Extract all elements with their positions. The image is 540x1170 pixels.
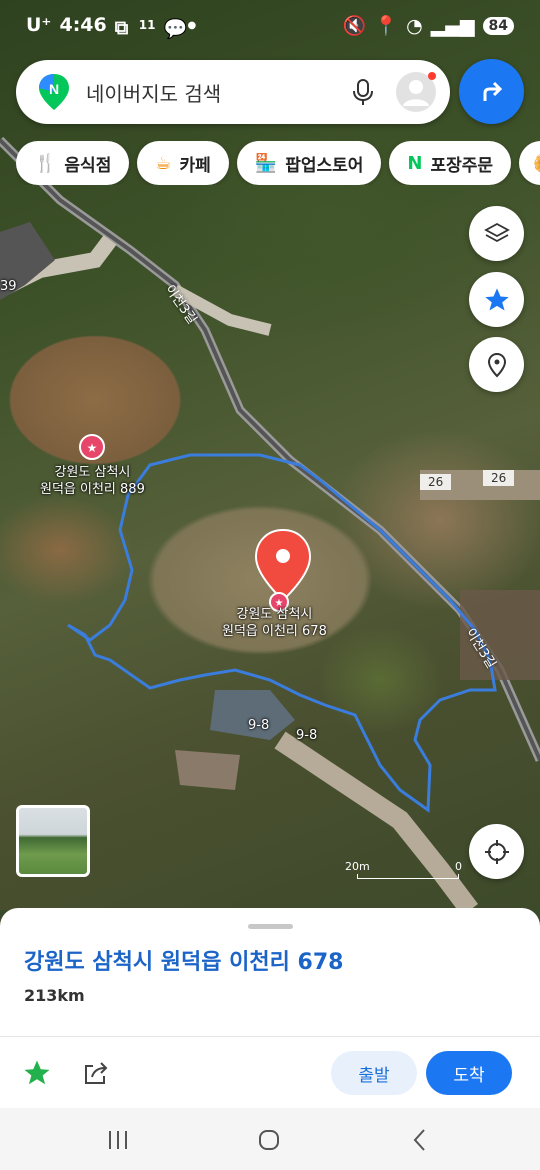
microphone-icon[interactable] xyxy=(348,77,378,107)
star-icon[interactable] xyxy=(22,1058,52,1088)
location-icon: 📍 xyxy=(374,15,399,37)
clock: 4:46 xyxy=(59,14,107,36)
back-button[interactable] xyxy=(406,1126,434,1154)
search-input[interactable]: 네이버지도 검색 xyxy=(86,78,348,107)
road-lower xyxy=(274,731,478,910)
avatar[interactable] xyxy=(396,72,436,112)
chip-restaurant[interactable]: 🍴 음식점 xyxy=(16,141,130,185)
mute-icon: 🔇 xyxy=(342,15,367,37)
map-view[interactable]: ★ ★ 이천3길 이천3길 강원도 삼척시 원덕읍 이천리 889 강원도 삼척… xyxy=(0,0,540,910)
poi-label-678[interactable]: 강원도 삼척시 원덕읍 이천리 678 xyxy=(222,606,327,640)
crosshair-icon xyxy=(484,839,509,864)
chip-more[interactable]: 🥐 xyxy=(519,141,540,185)
chip-label: 카페 xyxy=(179,155,211,176)
star-icon xyxy=(484,287,509,310)
map-scale: 20m 0 xyxy=(345,860,462,879)
directions-button[interactable] xyxy=(459,59,524,124)
naver-n-icon: N xyxy=(407,152,423,174)
address-number: 9-8 xyxy=(296,728,318,743)
bread-icon: 🥐 xyxy=(533,153,540,174)
chip-popup-store[interactable]: 🏪 팝업스토어 xyxy=(236,141,382,185)
drag-handle[interactable] xyxy=(248,924,293,929)
poi-label-889[interactable]: 강원도 삼척시 원덕읍 이천리 889 xyxy=(40,464,145,498)
place-button[interactable] xyxy=(469,337,524,392)
address-number: 9-8 xyxy=(248,718,270,733)
signal-icon: ▂▄▆ xyxy=(430,14,475,37)
recent-apps-button[interactable] xyxy=(104,1126,132,1154)
place-title[interactable]: 강원도 삼척시 원덕읍 이천리 678 xyxy=(24,944,343,976)
chip-takeout[interactable]: N 포장주문 xyxy=(389,141,512,185)
chip-cafe[interactable]: ☕ 카페 xyxy=(137,141,229,185)
chip-label: 포장주문 xyxy=(430,155,494,176)
map-pin-icon xyxy=(487,352,506,377)
favorites-button[interactable] xyxy=(469,272,524,327)
chat-icon: 💬 xyxy=(163,18,188,40)
poi-star-icon: ★ xyxy=(79,434,105,460)
address-number: 26 xyxy=(420,474,452,490)
current-location-button[interactable] xyxy=(469,824,524,879)
screenshot-icon: ⧉ xyxy=(114,17,129,39)
system-nav-bar xyxy=(0,1108,540,1170)
address-number: 39 xyxy=(0,279,17,294)
store-icon: 🏪 xyxy=(254,152,278,174)
scale-start-label: 20m xyxy=(345,860,370,873)
layers-button[interactable] xyxy=(469,206,524,261)
chip-label: 음식점 xyxy=(64,155,112,176)
scale-end-label: 0 xyxy=(455,860,462,873)
fork-knife-icon: 🍴 xyxy=(34,152,57,174)
dot-icon: ● xyxy=(187,19,197,31)
distance-label: 213km xyxy=(24,986,85,1005)
back-icon xyxy=(413,1129,425,1151)
chip-label: 팝업스토어 xyxy=(285,155,364,176)
share-icon[interactable] xyxy=(82,1060,110,1086)
naver-map-logo-icon: N xyxy=(39,74,69,110)
carrier-label: U⁺ xyxy=(26,14,52,36)
category-chips: 🍴 음식점 ☕ 카페 🏪 팝업스토어 N 포장주문 🥐 xyxy=(16,141,540,185)
home-button[interactable] xyxy=(255,1126,283,1154)
place-bottom-sheet[interactable]: 강원도 삼척시 원덕읍 이천리 678 213km 출발 도착 xyxy=(0,908,540,1108)
recent-apps-icon xyxy=(109,1131,127,1149)
home-icon xyxy=(259,1130,279,1150)
search-bar[interactable]: N 네이버지도 검색 xyxy=(16,60,450,124)
svg-text:N: N xyxy=(49,81,59,97)
directions-arrow-icon xyxy=(483,81,502,101)
battery-indicator: 84 xyxy=(482,16,514,35)
street-view-thumbnail[interactable] xyxy=(16,805,90,877)
wifi-icon: ◔ xyxy=(406,14,423,37)
svg-text:★: ★ xyxy=(87,441,98,455)
layers-icon xyxy=(483,222,510,242)
arrive-button[interactable]: 도착 xyxy=(426,1051,512,1095)
divider xyxy=(0,1036,540,1037)
address-number: 26 xyxy=(483,470,515,486)
location-pin-icon: ★ xyxy=(254,528,312,612)
map-overlay: ★ ★ xyxy=(0,136,540,910)
coffee-cup-icon: ☕ xyxy=(155,152,172,174)
status-bar: U⁺ 4:46 ⧉ 11 💬 ● 🔇 📍 ◔ ▂▄▆ 84 xyxy=(0,0,540,52)
start-button[interactable]: 출발 xyxy=(331,1051,417,1095)
notification-dot xyxy=(428,72,436,80)
notification-count: 11 xyxy=(138,18,156,32)
